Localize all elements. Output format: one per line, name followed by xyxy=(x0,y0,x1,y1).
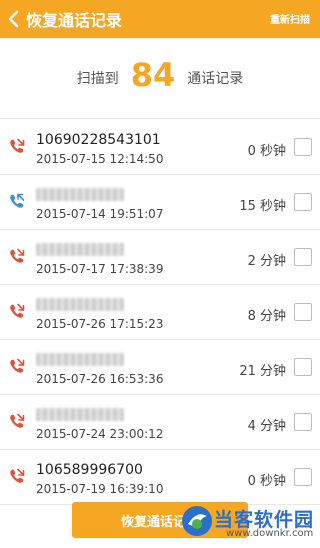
call-record-row[interactable]: 2015-07-24 23:00:12 4 分钟 xyxy=(0,395,320,450)
call-duration: 4 分钟 xyxy=(247,419,286,434)
phone-number: 106589996700 xyxy=(36,462,143,478)
site-logo-icon xyxy=(182,506,212,536)
watermark-url: www.downkr.com xyxy=(226,528,314,539)
call-time: 2015-07-17 17:38:39 xyxy=(36,262,164,276)
outgoing-call-icon xyxy=(8,192,26,210)
missed-call-icon xyxy=(8,137,26,155)
call-record-row[interactable]: 10690228543101 2015-07-15 12:14:50 0 秒钟 xyxy=(0,120,320,175)
summary-prefix: 扫描到 xyxy=(76,71,119,87)
masked-phone-number xyxy=(36,243,124,256)
phone-number: 10690228543101 xyxy=(36,132,161,148)
missed-call-icon xyxy=(8,357,26,375)
call-record-row[interactable]: 2015-07-17 17:38:39 2 分钟 xyxy=(0,230,320,285)
call-time: 2015-07-24 23:00:12 xyxy=(36,427,164,441)
call-time: 2015-07-15 12:14:50 xyxy=(36,152,164,166)
call-duration: 21 分钟 xyxy=(239,364,286,379)
masked-phone-number xyxy=(36,188,124,201)
masked-phone-number xyxy=(36,298,124,311)
scan-summary: 扫描到 84 通话记录 xyxy=(0,38,320,119)
call-record-list: 10690228543101 2015-07-15 12:14:50 0 秒钟 201… xyxy=(0,120,320,505)
select-checkbox[interactable] xyxy=(294,413,312,431)
chevron-left-icon xyxy=(8,10,19,28)
call-record-row[interactable]: 2015-07-26 17:15:23 8 分钟 xyxy=(0,285,320,340)
select-checkbox[interactable] xyxy=(294,193,312,211)
call-time: 2015-07-26 17:15:23 xyxy=(36,317,164,331)
call-time: 2015-07-26 16:53:36 xyxy=(36,372,164,386)
select-checkbox[interactable] xyxy=(294,303,312,321)
masked-phone-number xyxy=(36,408,124,421)
call-record-row[interactable]: 2015-07-14 19:51:07 15 秒钟 xyxy=(0,175,320,230)
call-time: 2015-07-19 16:39:10 xyxy=(36,482,164,496)
call-record-row[interactable]: 2015-07-26 16:53:36 21 分钟 xyxy=(0,340,320,395)
call-duration: 0 秒钟 xyxy=(247,144,286,159)
call-duration: 8 分钟 xyxy=(247,309,286,324)
call-duration: 2 分钟 xyxy=(247,254,286,269)
missed-call-icon xyxy=(8,302,26,320)
summary-suffix: 通话记录 xyxy=(187,71,244,87)
call-record-row[interactable]: 106589996700 2015-07-19 16:39:10 0 秒钟 xyxy=(0,450,320,505)
call-duration: 0 秒钟 xyxy=(247,474,286,489)
select-checkbox[interactable] xyxy=(294,138,312,156)
call-time: 2015-07-14 19:51:07 xyxy=(36,207,164,221)
select-checkbox[interactable] xyxy=(294,358,312,376)
missed-call-icon xyxy=(8,467,26,485)
app-header: 恢复通话记录 重新扫描 xyxy=(0,0,320,38)
watermark: 当客软件园 www.downkr.com xyxy=(180,502,318,542)
page-title: 恢复通话记录 xyxy=(26,11,123,30)
select-checkbox[interactable] xyxy=(294,468,312,486)
back-button[interactable] xyxy=(0,0,26,38)
call-duration: 15 秒钟 xyxy=(239,199,286,214)
masked-phone-number xyxy=(36,353,124,366)
missed-call-icon xyxy=(8,412,26,430)
record-count: 84 xyxy=(130,56,176,94)
rescan-button[interactable]: 重新扫描 xyxy=(270,11,310,26)
missed-call-icon xyxy=(8,247,26,265)
select-checkbox[interactable] xyxy=(294,248,312,266)
